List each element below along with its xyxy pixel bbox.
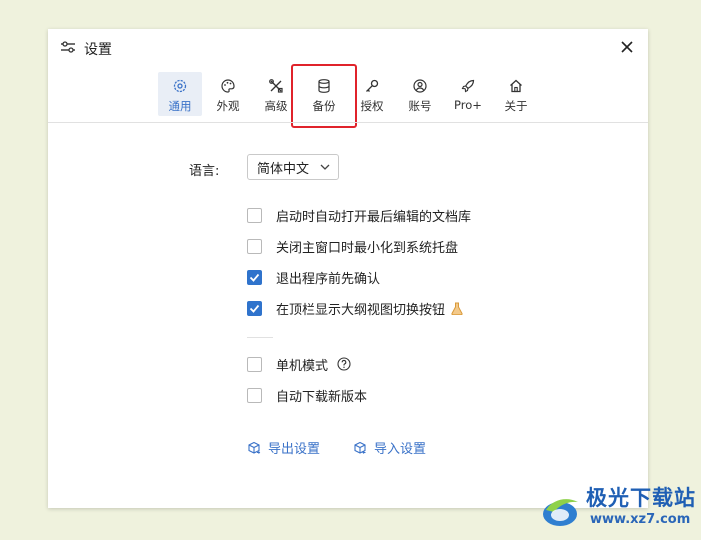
option-auto-download-update[interactable]: 自动下载新版本 — [247, 385, 367, 405]
export-settings-label: 导出设置 — [268, 442, 321, 457]
flask-icon — [451, 302, 463, 315]
title-bar: 设置 — [48, 29, 648, 65]
option-label: 启动时自动打开最后编辑的文档库 — [276, 209, 472, 225]
tab-appearance[interactable]: 外观 — [206, 72, 250, 116]
tab-divider — [48, 122, 648, 123]
tab-label: 账号 — [408, 99, 432, 113]
tab-label: 关于 — [504, 99, 528, 113]
language-value: 简体中文 — [257, 161, 310, 177]
tab-label: Pro+ — [454, 98, 482, 112]
key-icon — [366, 79, 379, 92]
option-label: 自动下载新版本 — [276, 389, 368, 405]
option-standalone-mode[interactable]: 单机模式 — [247, 354, 351, 374]
import-settings-link[interactable]: 导入设置 — [353, 438, 426, 457]
checkbox[interactable] — [247, 356, 262, 372]
close-icon[interactable] — [618, 38, 636, 56]
user-circle-icon — [413, 79, 427, 93]
box-import-icon — [354, 441, 366, 454]
checkbox-checked[interactable] — [247, 269, 262, 285]
tab-general[interactable]: 通用 — [158, 72, 202, 116]
option-label: 关闭主窗口时最小化到系统托盘 — [276, 240, 459, 256]
tab-pro-plus[interactable]: Pro+ — [446, 72, 490, 116]
tab-label: 备份 — [312, 99, 336, 113]
option-auto-open-last-library[interactable]: 启动时自动打开最后编辑的文档库 — [247, 205, 471, 225]
box-export-icon — [248, 441, 261, 454]
option-label: 退出程序前先确认 — [276, 271, 381, 287]
watermark: 极光下载站 www.xz7.com — [538, 480, 698, 538]
export-settings-link[interactable]: 导出设置 — [247, 438, 320, 457]
tab-label: 外观 — [216, 99, 240, 113]
question-circle-icon[interactable] — [337, 357, 351, 371]
dialog-title: 设置 — [84, 42, 112, 58]
database-icon — [318, 79, 330, 93]
language-select[interactable]: 简体中文 — [247, 154, 339, 180]
home-icon — [510, 79, 522, 93]
tools-icon — [269, 79, 283, 93]
checkbox[interactable] — [247, 207, 262, 223]
tab-advanced[interactable]: 高级 — [254, 72, 298, 116]
option-label: 单机模式 — [276, 358, 329, 374]
checkbox-checked[interactable] — [247, 300, 262, 316]
checkmark-icon — [249, 273, 260, 282]
tab-label: 通用 — [168, 99, 192, 113]
palette-icon — [221, 79, 235, 93]
section-separator — [247, 337, 273, 338]
tab-about[interactable]: 关于 — [494, 72, 538, 116]
settings-dialog: 设置 通用 外观 高级 备份 授权 账号 Pro+ 关于 语言: 简体中文 启动… — [48, 29, 648, 508]
option-minimize-to-tray[interactable]: 关闭主窗口时最小化到系统托盘 — [247, 236, 458, 256]
checkbox[interactable] — [247, 387, 262, 403]
rocket-icon — [461, 79, 475, 93]
import-settings-label: 导入设置 — [374, 442, 427, 457]
watermark-brand: 极光下载站 — [586, 486, 696, 510]
tab-label: 授权 — [360, 99, 384, 113]
option-show-outline-toggle[interactable]: 在顶栏显示大纲视图切换按钮 — [247, 298, 463, 318]
gear-icon — [173, 79, 187, 93]
option-label: 在顶栏显示大纲视图切换按钮 — [276, 302, 446, 318]
tab-license[interactable]: 授权 — [350, 72, 394, 116]
checkmark-icon — [249, 304, 260, 313]
language-label: 语言: — [189, 164, 220, 179]
checkbox[interactable] — [247, 238, 262, 254]
tab-label: 高级 — [264, 99, 288, 113]
option-confirm-exit[interactable]: 退出程序前先确认 — [247, 267, 380, 287]
watermark-logo-icon — [543, 499, 578, 526]
watermark-url: www.xz7.com — [590, 512, 691, 527]
chevron-down-icon — [320, 164, 330, 170]
tab-backup[interactable]: 备份 — [302, 72, 346, 116]
sliders-icon — [61, 41, 75, 53]
tab-account[interactable]: 账号 — [398, 72, 442, 116]
